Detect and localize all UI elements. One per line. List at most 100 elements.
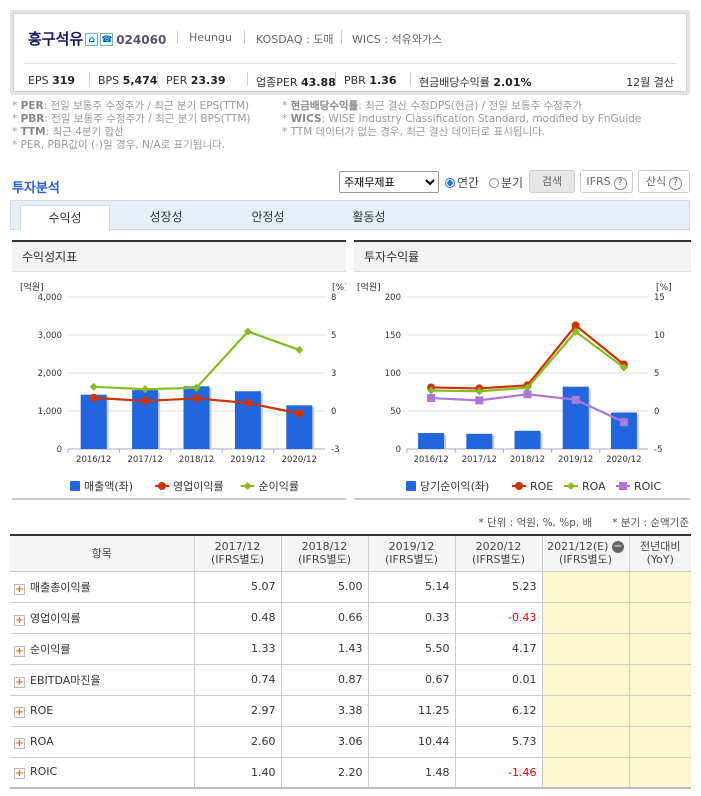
ifrs-help-button[interactable]: IFRS? (580, 170, 633, 193)
stat-5: 현금배당수익률 2.01% (419, 74, 532, 90)
note-line: * PER, PBR값이 (-)일 경우, N/A로 표기됩니다. (12, 139, 226, 151)
table-cell: 11.25 (367, 694, 456, 727)
ir-icon[interactable]: ☎ (100, 33, 114, 46)
tab-profitability[interactable]: 수익성 (20, 205, 110, 231)
marker-diamond (89, 382, 98, 391)
right-tick-label: 8 (331, 293, 336, 303)
table-cell: 0.33 (367, 601, 456, 634)
stat-label: 현금배당수익률 (419, 76, 490, 89)
column-header: 2021/12(E) − (IFRS별도) (541, 535, 630, 572)
right-tick-label: 15 (654, 293, 665, 303)
row-label-text: 순이익률 (30, 642, 71, 656)
expand-icon[interactable]: + (14, 614, 25, 626)
formula-help-button[interactable]: 산식? (638, 170, 690, 193)
x-tick-label: 2020/12 (606, 455, 641, 465)
x-tick-label: 2019/12 (230, 455, 265, 465)
marker-circle (158, 482, 166, 490)
marker-square (571, 395, 580, 404)
header-line: (IFRS별도) (471, 553, 526, 567)
table-cell: 0.67 (367, 663, 456, 696)
header-line: 항목 (91, 546, 112, 560)
row-label-text: 영업이익률 (30, 611, 81, 625)
stat-2: PER 23.39 (166, 74, 226, 87)
expand-icon[interactable]: + (14, 676, 25, 688)
stat-1: BPS 5,474 (98, 74, 157, 87)
header-line: 2019/12 (388, 540, 435, 554)
expand-icon[interactable]: + (14, 706, 25, 718)
expand-icon[interactable]: + (14, 737, 25, 749)
bar (466, 433, 493, 449)
note-key: WICS (290, 113, 322, 125)
table-cell: 2.20 (280, 756, 369, 789)
table-cell: 2.60 (193, 725, 282, 758)
divider (24, 63, 676, 64)
left-tick-label: 100 (385, 369, 401, 379)
x-tick-label: 2019/12 (558, 455, 593, 465)
marker-circle (141, 396, 150, 405)
right-tick-label: 3 (331, 369, 336, 379)
note-line: * TTM 데이터가 없는 경우, 최근 결산 데이터로 표시됩니다. (282, 126, 546, 138)
x-tick-label: 2017/12 (127, 455, 162, 465)
expand-icon[interactable]: + (14, 768, 25, 780)
column-header: 2020/12 (IFRS별도) (454, 535, 543, 572)
row-label: + 순이익률 (10, 632, 195, 665)
note-line: * 현금배당수익률: 최근 결산 수정DPS(현금) / 전일 보통주 수정주가 (282, 100, 583, 112)
row-label: + ROIC (10, 756, 195, 789)
divider (410, 72, 411, 86)
table-cell: 6.12 (454, 694, 543, 727)
stock-code: 024060 (116, 33, 167, 47)
expand-icon[interactable]: + (14, 645, 25, 657)
table-cell (541, 663, 630, 696)
table-cell (541, 725, 630, 758)
table-cell: -0.43 (454, 601, 543, 634)
tab-activity[interactable]: 활동성 (324, 205, 414, 231)
marker-square (427, 394, 436, 403)
header-line: 2021/12(E) (547, 540, 609, 554)
table-cell: 4.17 (454, 632, 543, 665)
marker-circle (295, 409, 304, 418)
divider (335, 72, 336, 86)
expand-icon[interactable]: + (14, 583, 25, 595)
table-row: + EBITDA마진율 0.74 0.87 0.67 0.01 (10, 663, 691, 696)
left-tick-label: 50 (390, 407, 401, 417)
table-cell: 5.50 (367, 632, 456, 665)
stat-value: 2.01% (493, 76, 532, 89)
radio-quarter[interactable]: 분기 (489, 174, 523, 191)
table-cell: 0.66 (280, 601, 369, 634)
radio-annual[interactable]: 연간 (445, 174, 479, 191)
row-label: + ROE (10, 694, 195, 727)
row-label-text: 매출총이익률 (30, 580, 91, 594)
home-icon[interactable]: ⌂ (85, 33, 99, 46)
table-row: + 매출총이익률 5.07 5.00 5.14 5.23 (10, 570, 691, 603)
english-name: Heungu (189, 31, 232, 44)
marker-square (475, 396, 484, 405)
statement-select[interactable]: 주재무제표 (339, 171, 439, 193)
tab-growth[interactable]: 성장성 (121, 205, 211, 231)
table-cell (628, 570, 691, 603)
stat-label: 업종PER (256, 76, 298, 89)
legend-label: ROIC (634, 480, 662, 493)
tab-stability[interactable]: 안정성 (223, 205, 313, 231)
section-title: 투자분석 (12, 181, 60, 196)
column-header: 2017/12 (IFRS별도) (193, 535, 282, 572)
table-cell (628, 601, 691, 634)
table-row: + ROE 2.97 3.38 11.25 6.12 (10, 694, 691, 727)
table-cell (541, 601, 630, 634)
collapse-icon[interactable]: − (611, 541, 624, 554)
marker-square (523, 390, 532, 399)
left-tick-label: 2,000 (38, 369, 62, 379)
marker-circle (89, 393, 98, 402)
left-tick-label: 200 (385, 293, 401, 303)
table-cell: 0.87 (280, 663, 369, 696)
row-label-text: EBITDA마진율 (30, 673, 101, 687)
header-line: 2017/12 (214, 540, 261, 554)
right-tick-label: 5 (654, 369, 659, 379)
table-row: + ROIC 1.40 2.20 1.48 -1.46 (10, 756, 691, 789)
right-tick-label: -3 (331, 445, 339, 455)
bar (514, 430, 541, 449)
table-cell: 2.97 (193, 694, 282, 727)
legend-bar-swatch (406, 481, 416, 491)
right-tick-label: 0 (331, 407, 336, 417)
table-cell (628, 663, 691, 696)
search-button[interactable]: 검색 (529, 170, 575, 193)
